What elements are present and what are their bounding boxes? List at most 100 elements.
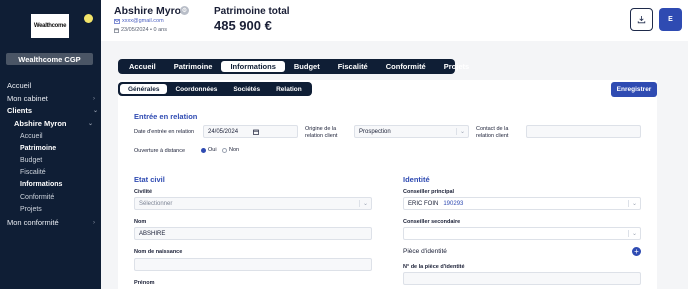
origine-select[interactable]: Prospection ⌄ — [354, 125, 469, 138]
contact-label: Contact de la relation client — [476, 126, 508, 139]
sidebar-item-client[interactable]: Abshire Myron ⌄ — [14, 119, 97, 128]
brand-button[interactable]: Wealthcome CGP — [6, 53, 93, 65]
chevron-down-icon: ⌄ — [358, 200, 368, 207]
section-title-identite: Identité — [403, 175, 430, 184]
date-entree-label: Date d'entrée en relation — [134, 129, 195, 135]
subtab-societes[interactable]: Sociétés — [225, 84, 268, 94]
sidebar: Wealthcome Wealthcome CGP Accueil Mon ca… — [0, 0, 101, 289]
mail-icon — [114, 18, 120, 24]
add-piece-button[interactable]: + — [632, 247, 641, 256]
header: Abshire Myron ⚙ xxxx@gmail.com 23/05/202… — [101, 0, 688, 41]
radio-non[interactable]: Non — [222, 147, 239, 153]
radio-oui[interactable]: Oui — [201, 147, 217, 153]
tab-informations[interactable]: Informations — [221, 61, 285, 72]
sidebar-item-label: Mon cabinet — [7, 94, 48, 103]
patrimoine-total-value: 485 900 € — [214, 18, 272, 33]
origine-label: Origine de la relation client — [305, 126, 337, 139]
content-card: Générales Coordonnées Sociétés Relation … — [118, 80, 657, 289]
gear-icon[interactable]: ⚙ — [180, 6, 189, 15]
sidebar-item-mon-cabinet[interactable]: Mon cabinet › — [7, 94, 97, 103]
section-title-etat-civil: Etat civil — [134, 175, 165, 184]
prenom-label: Prénom — [134, 280, 155, 286]
origine-label-line1: Origine de la — [305, 126, 337, 132]
radio-checked-icon — [201, 147, 206, 153]
ouverture-label: Ouverture à distance — [134, 148, 186, 154]
sidebar-item-label: Clients — [7, 106, 33, 115]
sidebar-item-label: Abshire Myron — [14, 119, 67, 128]
date-entree-field[interactable]: 24/05/2024 — [203, 125, 298, 138]
nom-value: ABSHIRE — [139, 230, 166, 237]
tab-accueil[interactable]: Accueil — [120, 61, 165, 72]
conseiller-principal-label: Conseiller principal — [403, 189, 455, 195]
email-text: xxxx@gmail.com — [122, 18, 164, 24]
tab-fiscalite[interactable]: Fiscalité — [329, 61, 377, 72]
sidebar-subitem-accueil[interactable]: Accueil — [20, 133, 43, 140]
tab-budget[interactable]: Budget — [285, 61, 329, 72]
chevron-down-icon: ⌄ — [88, 121, 94, 127]
patrimoine-total-label: Patrimoine total — [214, 6, 290, 17]
subtab-relation[interactable]: Relation — [268, 84, 310, 94]
contact-label-line2: relation client — [476, 132, 509, 139]
civilite-placeholder: Sélectionner — [139, 200, 173, 207]
chevron-down-icon: ⌄ — [627, 200, 637, 207]
numero-piece-field[interactable] — [403, 272, 641, 285]
download-button[interactable] — [630, 8, 653, 31]
radio-non-label: Non — [229, 147, 240, 153]
civilite-select[interactable]: Sélectionner ⌄ — [134, 197, 372, 210]
client-date: 23/05/2024 • 0 ans — [114, 27, 167, 33]
conseiller-principal-code: 190293 — [443, 200, 464, 207]
radio-unchecked-icon — [222, 147, 227, 153]
subtab-coordonnees[interactable]: Coordonnées — [167, 84, 225, 94]
date-age-text: 23/05/2024 • 0 ans — [121, 27, 167, 33]
client-name: Abshire Myron — [114, 5, 188, 17]
date-entree-value: 24/05/2024 — [208, 128, 239, 135]
user-avatar-button[interactable]: E — [659, 8, 682, 31]
conseiller-principal-select[interactable]: ERIC FOIN 190293 ⌄ — [403, 197, 641, 210]
nom-naissance-label: Nom de naissance — [134, 249, 183, 255]
calendar-icon[interactable] — [253, 129, 259, 135]
sidebar-subitem-projets[interactable]: Projets — [20, 206, 42, 213]
download-icon — [637, 16, 646, 24]
tab-conformite[interactable]: Conformité — [377, 61, 435, 72]
tab-patrimoine[interactable]: Patrimoine — [165, 61, 222, 72]
save-button[interactable]: Enregistrer — [611, 82, 657, 97]
sidebar-subitem-conformite[interactable]: Conformité — [20, 194, 54, 201]
sidebar-subitem-patrimoine[interactable]: Patrimoine — [20, 145, 56, 152]
tab-projets[interactable]: Projets — [435, 61, 478, 72]
contact-label-line1: Contact de la — [476, 126, 509, 132]
contact-field[interactable] — [526, 125, 641, 138]
chevron-down-icon: ⌄ — [455, 128, 465, 135]
sidebar-subitem-fiscalite[interactable]: Fiscalité — [20, 169, 46, 176]
conseiller-secondaire-label: Conseiller secondaire — [403, 219, 461, 225]
chevron-right-icon: › — [93, 95, 95, 102]
logo-text: Wealthcome — [33, 23, 67, 29]
chevron-down-icon: ⌄ — [93, 108, 99, 114]
origine-label-line2: relation client — [305, 132, 338, 139]
sidebar-item-accueil[interactable]: Accueil — [7, 81, 31, 90]
civilite-label: Civilité — [134, 189, 153, 195]
radio-oui-label: Oui — [208, 147, 217, 153]
notification-dot[interactable] — [84, 14, 93, 23]
sidebar-subitem-budget[interactable]: Budget — [20, 157, 42, 164]
subtab-generales[interactable]: Générales — [120, 84, 168, 94]
sidebar-item-label: Mon conformité — [7, 218, 59, 227]
section-title-relation: Entrée en relation — [134, 112, 198, 121]
conseiller-secondaire-select[interactable]: ⌄ — [403, 227, 641, 240]
nom-label: Nom — [134, 219, 147, 225]
nom-field[interactable]: ABSHIRE — [134, 227, 372, 240]
nom-naissance-field[interactable] — [134, 258, 372, 271]
logo: Wealthcome — [31, 14, 69, 38]
sub-tabs: Générales Coordonnées Sociétés Relation — [118, 82, 312, 96]
sidebar-item-label: Accueil — [7, 81, 32, 90]
piece-identite-label: Pièce d'identité — [403, 248, 447, 255]
main-tabs: Accueil Patrimoine Informations Budget F… — [118, 59, 469, 74]
sidebar-item-mon-conformite[interactable]: Mon conformité › — [7, 218, 97, 227]
calendar-icon — [114, 28, 119, 33]
chevron-right-icon: › — [93, 219, 95, 226]
chevron-down-icon: ⌄ — [627, 230, 637, 237]
sidebar-item-clients[interactable]: Clients ⌄ — [7, 106, 99, 115]
client-email[interactable]: xxxx@gmail.com — [114, 18, 164, 24]
numero-piece-label: N° de la pièce d'identité — [403, 264, 465, 270]
sidebar-subitem-informations[interactable]: Informations — [20, 181, 62, 188]
origine-value: Prospection — [359, 128, 391, 135]
